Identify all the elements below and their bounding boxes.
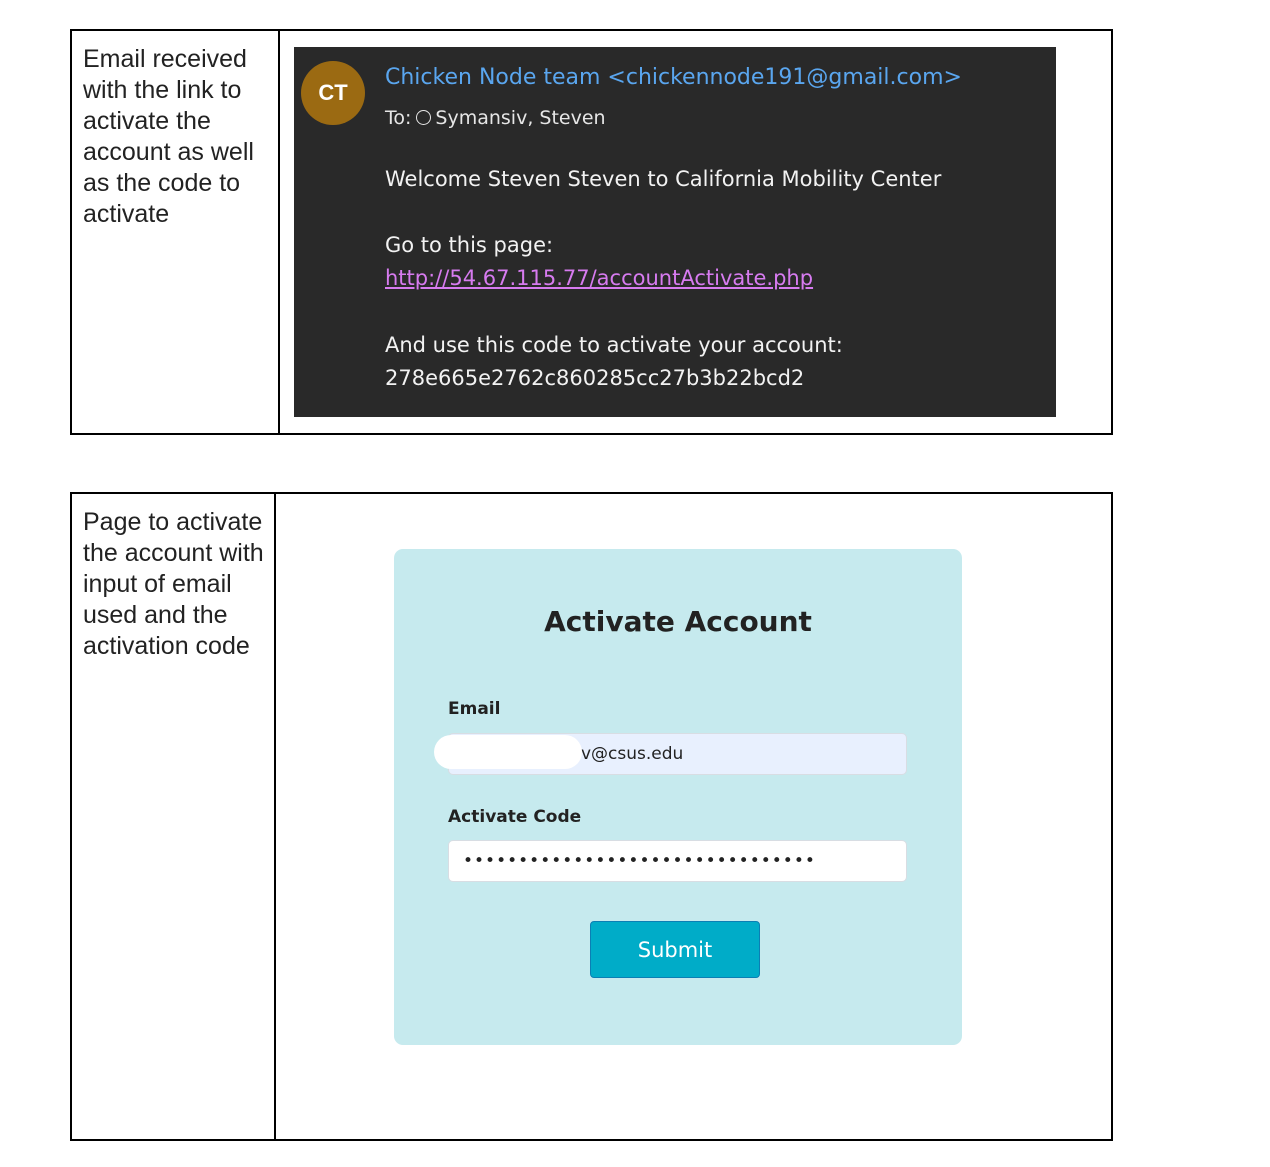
email-message-panel: CT Chicken Node team <chickennode191@gma…	[294, 47, 1056, 417]
email-label: Email	[448, 699, 501, 719]
email-description: Email received with the link to activate…	[72, 31, 280, 433]
activate-code-field[interactable]: ••••••••••••••••••••••••••••••••	[448, 840, 907, 882]
to-label: To:	[385, 107, 412, 129]
email-field-value: v@csus.edu	[581, 744, 684, 764]
email-screenshot-table: Email received with the link to activate…	[70, 29, 1113, 435]
activate-account-card: Activate Account Email v@csus.edu Activa…	[394, 549, 962, 1045]
email-sender[interactable]: Chicken Node team <chickennode191@gmail.…	[385, 65, 962, 90]
email-recipient-line: To: Symansiv, Steven	[385, 107, 606, 129]
email-goto-text: Go to this page:	[385, 233, 554, 257]
radio-circle-icon	[416, 110, 432, 125]
redaction-overlay	[434, 735, 582, 769]
submit-button[interactable]: Submit	[590, 921, 760, 978]
email-code-text: And use this code to activate your accou…	[385, 333, 843, 357]
activate-page-table: Page to activate the account with input …	[70, 492, 1113, 1141]
activate-code-value: ••••••••••••••••••••••••••••••••	[463, 851, 816, 871]
activate-page-description: Page to activate the account with input …	[72, 494, 276, 1139]
activate-code-label: Activate Code	[448, 807, 582, 827]
sender-avatar: CT	[301, 61, 365, 125]
activation-code-text: 278e665e2762c860285cc27b3b22bcd2	[385, 366, 805, 390]
email-welcome-text: Welcome Steven Steven to California Mobi…	[385, 167, 942, 191]
activation-link[interactable]: http://54.67.115.77/accountActivate.php	[385, 266, 813, 290]
page-title: Activate Account	[544, 605, 812, 638]
recipient-name[interactable]: Symansiv, Steven	[435, 107, 605, 129]
